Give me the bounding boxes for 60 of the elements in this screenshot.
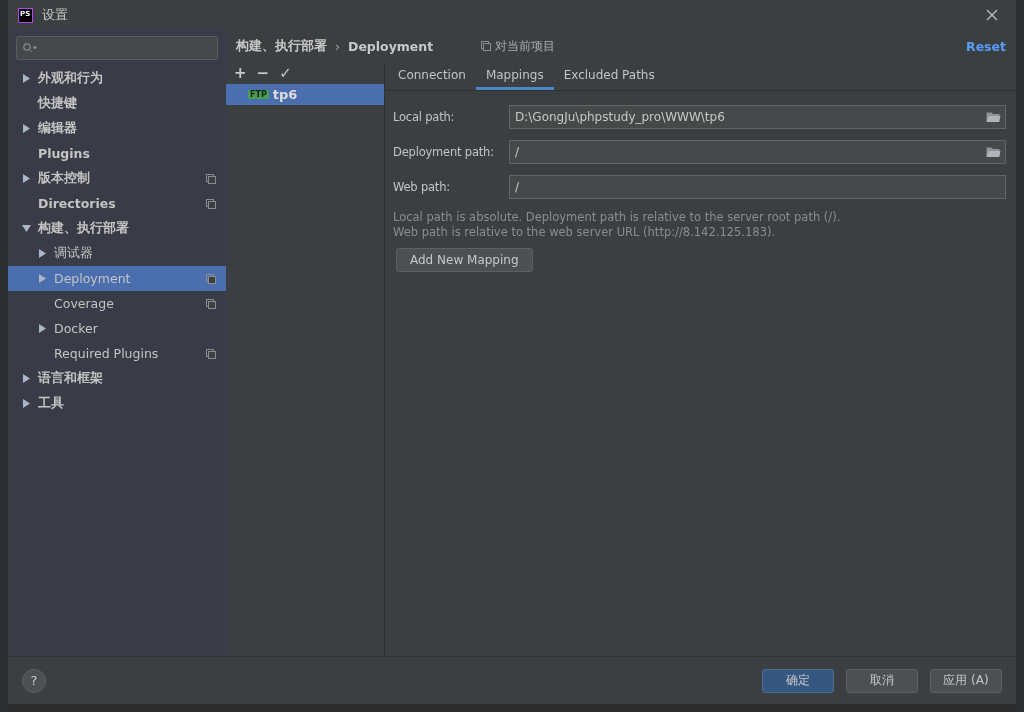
toolbar-button[interactable]: + [234,64,247,82]
tree-item[interactable]: Docker [8,316,226,341]
copy-icon [206,348,216,359]
field-label: Deployment path: [393,144,495,159]
hint-text: Local path is absolute. Deployment path is relative to the server root path (/). [393,210,842,225]
path-field[interactable]: / [509,174,1006,199]
tree-item[interactable]: 构建、执行部署 [8,216,226,241]
tab[interactable]: Mappings [475,62,554,90]
collapsed-arrow-icon[interactable] [38,324,47,333]
breadcrumb-item: Deployment [348,38,434,54]
copy-icon [206,298,216,309]
help-button[interactable]: ? [22,668,46,693]
search-icon [23,43,37,53]
breadcrumb-item[interactable]: 构建、执行部署 [236,37,327,55]
collapsed-arrow-icon[interactable] [22,174,31,183]
tree-item[interactable]: 语言和框架 [8,366,226,391]
dialog-button[interactable]: 取消 [846,668,918,693]
scope-note: 对当前项目 [495,37,556,55]
folder-icon[interactable] [986,145,1001,158]
tree-item[interactable]: 编辑器 [8,116,226,141]
dialog-button[interactable]: 应用 (A) [930,668,1002,693]
collapsed-arrow-icon[interactable] [22,124,31,133]
add-mapping-button[interactable]: Add New Mapping [396,248,533,272]
collapsed-arrow-icon[interactable] [38,274,47,283]
tree-item[interactable]: 快捷键 [8,91,226,116]
window-title: 设置 [42,6,68,24]
copy-icon [481,41,492,51]
collapsed-arrow-icon[interactable] [22,374,31,383]
tree-item[interactable]: Coverage [8,291,226,316]
tree-item[interactable]: 工具 [8,391,226,416]
path-field[interactable]: / [509,139,1006,164]
tree-item[interactable]: 调试器 [8,241,226,266]
tree-item[interactable]: 版本控制 [8,166,226,191]
tab[interactable]: Excluded Paths [553,62,665,90]
path-field[interactable]: D:\GongJu\phpstudy_pro\WWW\tp6 [509,104,1006,129]
dialog-button[interactable]: 确定 [762,668,834,693]
collapsed-arrow-icon[interactable] [22,74,31,83]
expanded-arrow-icon[interactable] [22,224,31,233]
folder-icon[interactable] [986,110,1001,123]
copy-icon [206,173,216,184]
ftp-badge: FTP [248,90,269,99]
copy-icon [206,198,216,209]
tree-item[interactable]: Required Plugins [8,341,226,366]
collapsed-arrow-icon[interactable] [22,399,31,408]
tree-item[interactable]: 外观和行为 [8,66,226,91]
field-label: Local path: [393,109,456,124]
search-field[interactable] [16,36,218,60]
toolbar-button[interactable]: − [256,64,270,82]
field-label: Web path: [393,179,451,194]
tree-item[interactable]: Plugins [8,141,226,166]
reset-link[interactable]: Reset [966,38,1006,54]
hint-text: Web path is relative to the web server URL (http://8.142.125.183). [393,225,777,240]
tab[interactable]: Connection [388,62,476,90]
collapsed-arrow-icon[interactable] [38,249,47,258]
server-item[interactable]: FTP tp6 [226,84,384,105]
toolbar-button[interactable]: ✓ [279,64,292,82]
tree-item[interactable]: Directories [8,191,226,216]
breadcrumb-separator: › [335,38,340,54]
close-icon[interactable] [986,9,998,21]
copy-icon [206,273,216,284]
